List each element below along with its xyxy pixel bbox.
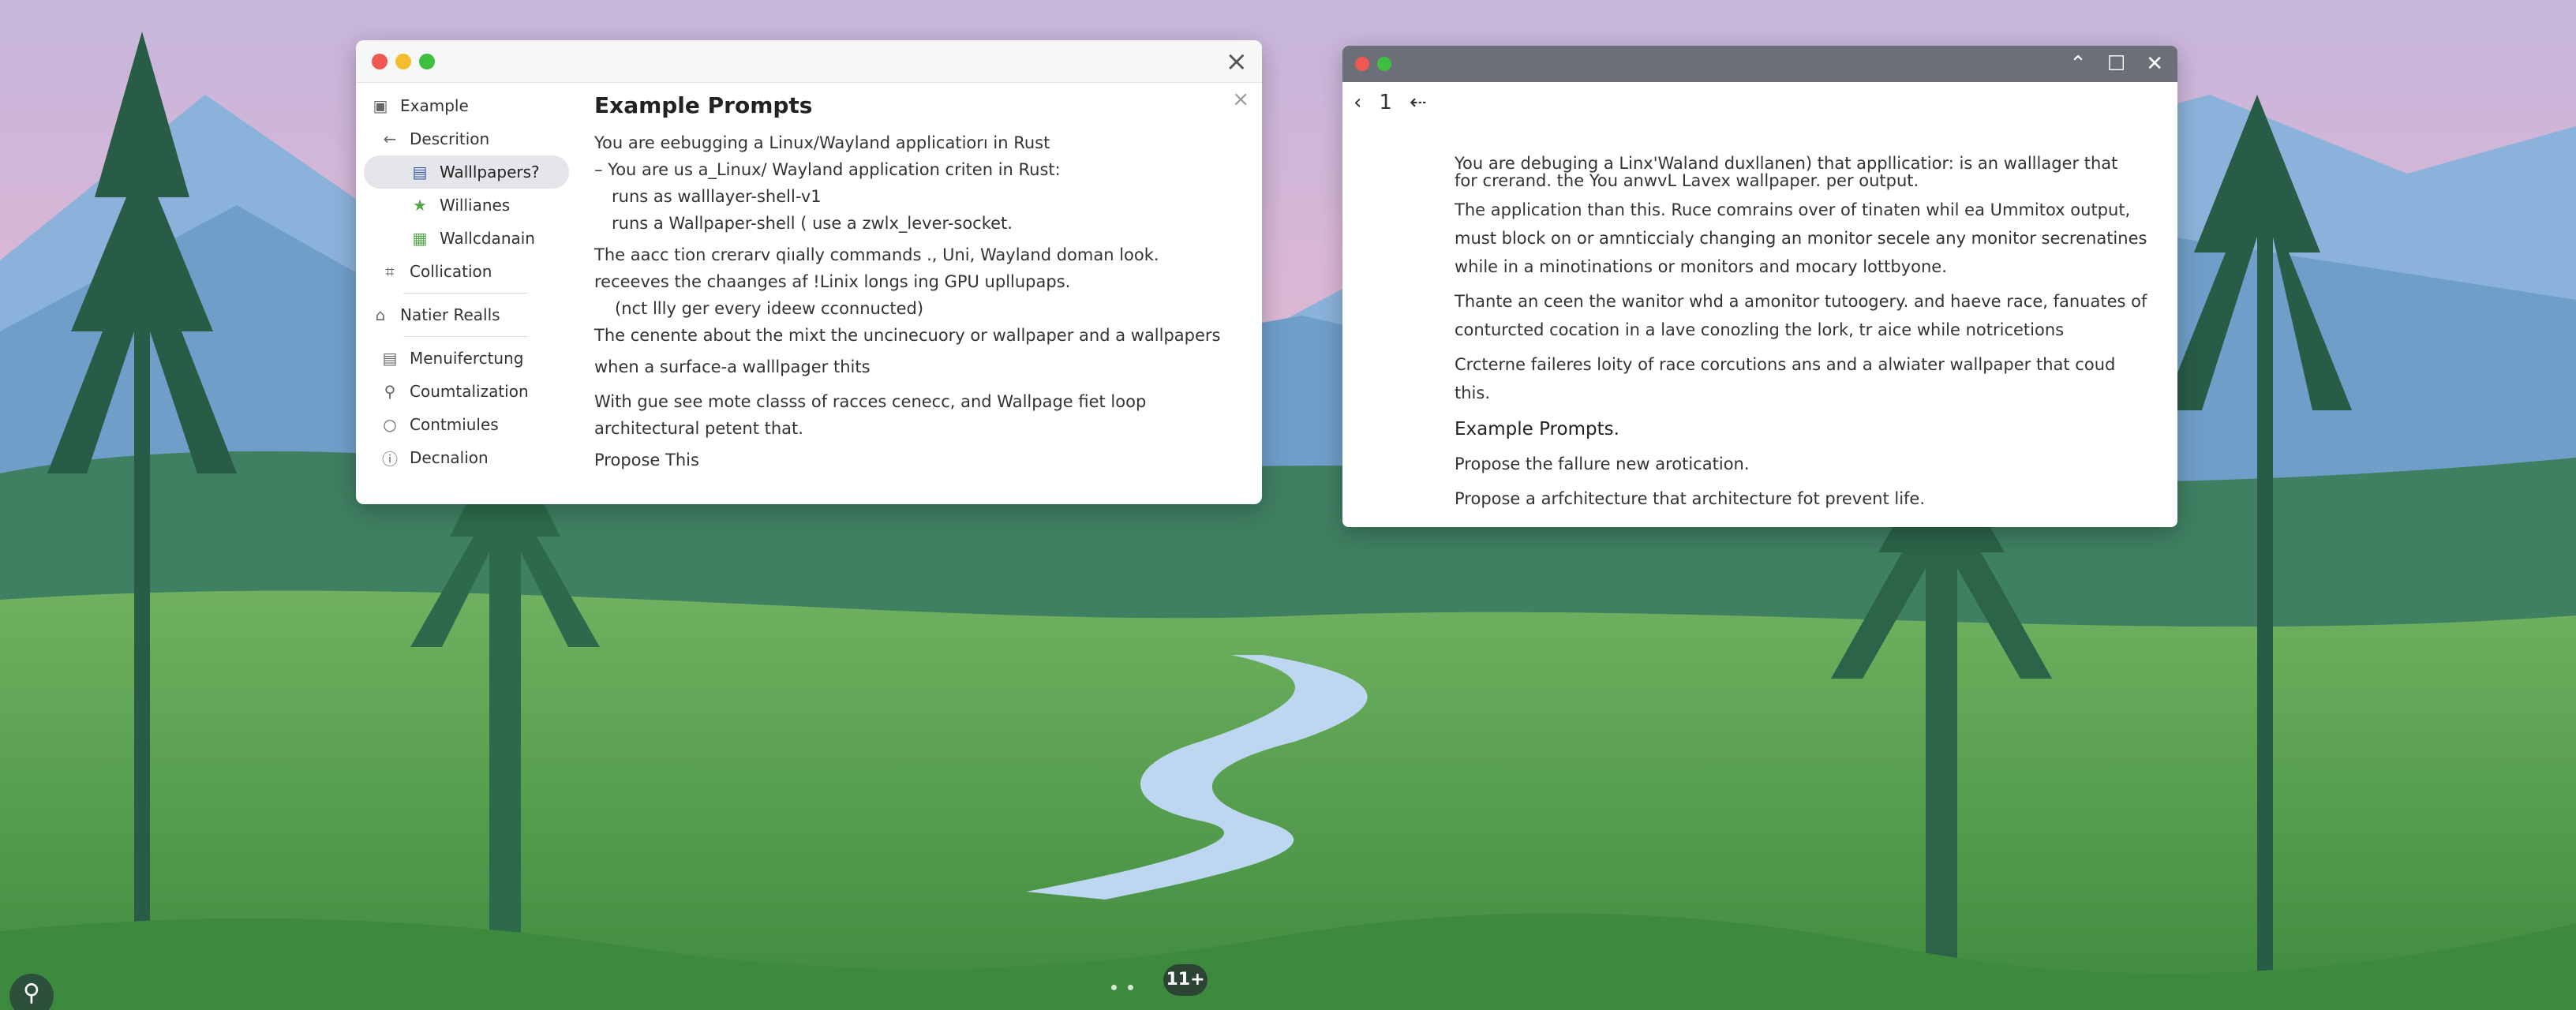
back-arrow-icon: ← (383, 129, 397, 148)
sidebar-item-wallcdanain[interactable]: ▦ Wallcdanain (356, 222, 575, 255)
sidebar-item-wallpapers[interactable]: ▤ Walllpapers? (364, 155, 569, 189)
image-icon: ▦ (412, 229, 428, 248)
content-line: Propose This (594, 451, 699, 469)
sidebar-item-label: Wallcdanain (440, 229, 535, 248)
back-arrow-icon[interactable]: ⇠ (1410, 91, 1427, 114)
sidebar-item-label: Decnalion (410, 448, 489, 467)
content-line: runs a Wallpaper-shell ( use a zwlx_leve… (612, 214, 1013, 233)
maximize-dot-icon[interactable] (419, 54, 435, 69)
page-number: 1 (1379, 91, 1392, 114)
maximize-icon[interactable]: ☐ (2107, 50, 2125, 77)
content-line: You are eebugging a Linux/Wayland applic… (594, 133, 1050, 152)
example-prompts-window[interactable]: × ▣ Example ← Descrition ▤ Walllpapers? … (356, 40, 1262, 504)
info-icon: ⓘ (382, 449, 398, 469)
document-line: Propose a arfchitecture that architectur… (1455, 489, 1926, 508)
close-icon[interactable]: × (1232, 88, 1249, 111)
minimize-dot-icon[interactable] (395, 54, 411, 69)
sidebar-item-label: Coumtalization (410, 382, 529, 401)
sidebar-item-label: Contmiules (410, 415, 499, 434)
sidebar-item-menuiferctung[interactable]: ▤ Menuiferctung (356, 342, 575, 375)
menu-icon: ▤ (382, 349, 398, 368)
sidebar-item-label: Menuiferctung (410, 349, 524, 368)
document-line: must block on or amnticcialy changing an… (1455, 229, 2147, 248)
sidebar-item-willianes[interactable]: ★ Willianes (356, 189, 575, 222)
sidebar-item-label: Example (400, 96, 469, 115)
sidebar-item-label: Natier Realls (400, 305, 500, 324)
maximize-dot-icon[interactable] (1377, 57, 1391, 71)
sidebar-item-description[interactable]: ← Descrition (356, 122, 575, 155)
document-line: You are debuging a Linx'Waland duxllanen… (1455, 154, 2118, 173)
navigation-bar: ‹ 1 ⇠ (1342, 82, 2177, 123)
workspace-dot[interactable] (1128, 985, 1133, 990)
sidebar-item-label: Descrition (410, 129, 490, 148)
window-titlebar[interactable]: × (356, 40, 1262, 83)
document-line: Thante an ceen the wanitor whd a amonito… (1455, 292, 2147, 311)
workspace-indicator[interactable] (1111, 985, 1133, 990)
content-line: architectural petent that. (594, 419, 803, 438)
document-window[interactable]: ⌃ ☐ ✕ ‹ 1 ⇠ You are debuging a Linx'Wala… (1342, 46, 2177, 527)
sidebar-item-label: Willianes (440, 196, 511, 215)
document-line: while in a minotinations or monitors and… (1455, 257, 1947, 276)
page-title: Example Prompts (594, 92, 813, 118)
content-line: (nct llly ger every ideew cconnucted) (615, 299, 924, 318)
section-heading: Example Prompts. (1455, 419, 1619, 440)
content-line: runs as walllayer-shell-v1 (612, 187, 822, 206)
notification-badge[interactable]: 11+ (1163, 964, 1208, 996)
document-line: Crcterne faileres loity of race corcutio… (1455, 355, 2116, 374)
window-controls (1355, 57, 1391, 71)
clipboard-icon: ▣ (373, 96, 388, 115)
content-line: With gue see mote classs of racces cenec… (594, 392, 1147, 411)
house-icon: ⌂ (375, 305, 386, 324)
chevron-up-icon[interactable]: ⌃ (2069, 50, 2087, 77)
content-line: when a surface-a walllpager thits (594, 357, 871, 376)
workspace-dot[interactable] (1111, 985, 1117, 990)
window-controls (372, 54, 435, 69)
back-chevron-icon[interactable]: ‹ (1354, 91, 1361, 114)
prompt-content: × Example Prompts You are eebugging a Li… (575, 83, 1262, 504)
window-buttons: ⌃ ☐ ✕ (2069, 50, 2163, 77)
sidebar-item-coumtalization[interactable]: ⚲ Coumtalization (356, 375, 575, 408)
sidebar: ▣ Example ← Descrition ▤ Walllpapers? ★ … (356, 83, 575, 504)
sidebar-item-label: Collication (410, 262, 492, 281)
document-body: You are debuging a Linx'Waland duxllanen… (1342, 123, 2177, 513)
document-line: Propose the fallure new arotication. (1455, 454, 1750, 473)
circle-icon: ○ (383, 415, 397, 434)
content-line: The aacc tion crerarv qiıally commands .… (594, 245, 1159, 264)
sidebar-item-natier-realls[interactable]: ⌂ Natier Realls (356, 298, 575, 331)
sidebar-item-label: Walllpapers? (440, 163, 540, 181)
monitor-icon: ▤ (412, 163, 428, 181)
sidebar-item-decnalion[interactable]: ⓘ Decnalion (356, 441, 575, 474)
document-line: this. (1455, 383, 1490, 402)
document-line: for crerand. the You anwvL Lavex wallpap… (1455, 171, 1919, 190)
wrench-icon: ⚲ (384, 382, 396, 401)
star-icon: ★ (413, 196, 427, 215)
content-line: The cenente about the mixt the uncinecuo… (594, 326, 1221, 345)
collection-icon: ⌗ (385, 262, 395, 281)
document-line: conturcted cocation in a lave conozling … (1455, 320, 2065, 339)
close-icon[interactable]: ✕ (2146, 50, 2163, 77)
sidebar-item-collication[interactable]: ⌗ Collication (356, 255, 575, 288)
content-line: – You are us a_Linux/ Wayland applicatio… (594, 160, 1061, 179)
close-dot-icon[interactable] (1355, 57, 1369, 71)
search-icon: ⚲ (23, 979, 40, 1007)
content-line: receeves the chaanges af !Linix longs in… (594, 272, 1071, 291)
sidebar-divider (403, 336, 528, 337)
close-dot-icon[interactable] (372, 54, 388, 69)
window-titlebar[interactable]: ⌃ ☐ ✕ (1342, 46, 2177, 82)
sidebar-item-contmiules[interactable]: ○ Contmiules (356, 408, 575, 441)
sidebar-item-example[interactable]: ▣ Example (356, 89, 575, 122)
close-icon[interactable]: × (1226, 48, 1249, 75)
sidebar-divider (403, 293, 528, 294)
document-line: The application than this. Ruce comrains… (1455, 200, 2131, 219)
